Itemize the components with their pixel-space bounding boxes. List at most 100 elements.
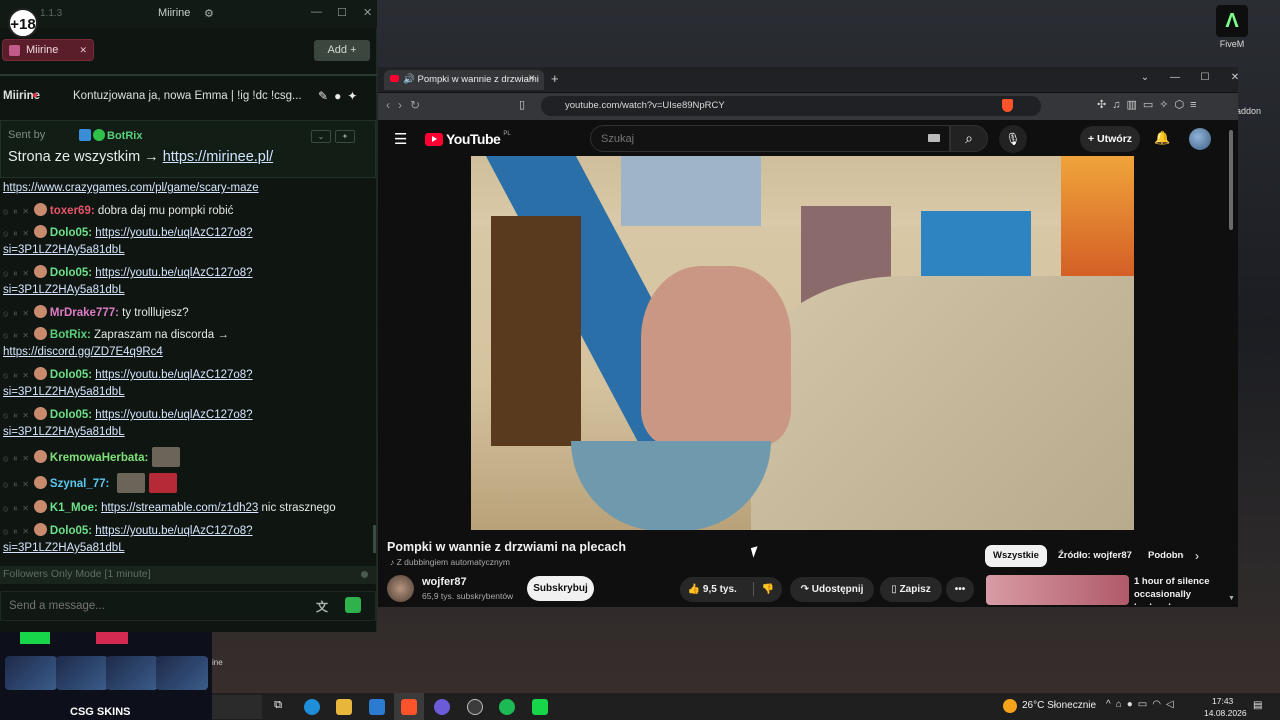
scroll-down-icon[interactable]: ▼ <box>1228 595 1235 602</box>
moderation-icons[interactable]: ⦸⏸✕ <box>3 229 34 238</box>
recommended-video-thumbnail[interactable] <box>986 575 1129 605</box>
chat-message-link[interactable]: https://www.crazygames.com/pl/game/scary… <box>3 182 259 194</box>
channel-avatar[interactable] <box>387 575 414 602</box>
thumbs-down-icon[interactable]: 👎 <box>762 584 774 595</box>
pin-icon[interactable]: ✦ <box>347 89 363 103</box>
pinned-link[interactable]: https://mirinee.pl/ <box>163 149 273 165</box>
weather-text[interactable]: 26°C Słonecznie <box>1022 700 1096 711</box>
bookmark-icon[interactable]: ▯ <box>519 98 525 111</box>
close-icon[interactable]: ✕ <box>363 6 372 19</box>
moderation-icons[interactable]: ⦸⏸✕ <box>3 331 34 340</box>
youtube-search-input[interactable] <box>590 125 950 152</box>
share-button[interactable]: ↷ Udostępnij <box>790 577 874 602</box>
user-icon[interactable]: ● <box>334 89 347 103</box>
menu-icon[interactable]: ≡ <box>1190 99 1202 111</box>
recommended-video-title[interactable]: 1 hour of silence occasionally broken by… <box>1134 575 1224 605</box>
chat-username[interactable]: Dolo05: <box>50 525 92 537</box>
chat-scrollbar[interactable] <box>373 525 376 553</box>
moderation-icons[interactable]: ⦸⏸✕ <box>3 480 34 489</box>
moderation-icons[interactable]: ⦸⏸✕ <box>3 527 34 536</box>
mail-icon[interactable] <box>369 699 385 715</box>
save-button[interactable]: ▯ Zapisz <box>880 577 942 602</box>
more-actions-button[interactable]: ••• <box>946 577 974 602</box>
volume-icon[interactable]: ◁ <box>1166 699 1179 710</box>
discord-icon[interactable] <box>434 699 450 715</box>
edge-icon[interactable] <box>304 699 320 715</box>
maximize-icon[interactable]: ☐ <box>337 6 347 19</box>
moderation-icons[interactable]: ⦸⏸✕ <box>3 454 34 463</box>
youtube-logo[interactable]: YouTube PL <box>425 131 511 147</box>
chat-username[interactable]: K1_Moe: <box>50 502 98 514</box>
sidebar-icon[interactable]: ▥ <box>1126 99 1142 111</box>
obs-icon[interactable] <box>467 699 483 715</box>
vpn-icon[interactable]: ⬡ <box>1175 99 1191 111</box>
reload-icon[interactable]: ↻ <box>410 98 428 112</box>
back-icon[interactable]: ‹ <box>386 98 398 112</box>
clock-date[interactable]: 14.08.2026 <box>1204 708 1247 718</box>
file-explorer-icon[interactable] <box>336 699 352 715</box>
taskbar-search-box[interactable] <box>212 695 262 719</box>
moderation-icons[interactable]: ⦸⏸✕ <box>3 411 34 420</box>
wallet-icon[interactable]: ▭ <box>1143 99 1159 111</box>
chat-message-link[interactable]: https://streamable.com/z1dh23 <box>101 502 258 514</box>
leo-icon[interactable]: ✧ <box>1159 99 1174 111</box>
network-icon[interactable]: ⌂ <box>1116 699 1127 710</box>
chevron-up-icon[interactable]: ^ <box>1106 699 1116 710</box>
close-tab-icon[interactable]: ✕ <box>79 45 87 56</box>
chat-username[interactable]: toxer69: <box>50 205 95 217</box>
fivem-desktop-shortcut[interactable]: Λ FiveM <box>1210 5 1254 53</box>
music-icon[interactable]: ♫ <box>1112 99 1126 111</box>
brave-browser-icon[interactable] <box>401 699 417 715</box>
emote-picker-icon[interactable] <box>345 597 361 613</box>
notification-center-icon[interactable]: ▤ <box>1253 700 1262 711</box>
chat-username[interactable]: Dolo05: <box>50 267 92 279</box>
moderation-icons[interactable]: ⦸⏸✕ <box>3 269 34 278</box>
keyboard-icon[interactable] <box>928 134 940 142</box>
battery-icon[interactable]: ▭ <box>1138 699 1152 710</box>
moderation-icons[interactable]: ⦸⏸✕ <box>3 504 34 513</box>
moderation-icons[interactable]: ⦸⏸✕ <box>3 207 34 216</box>
pencil-icon[interactable]: ✎ <box>318 89 334 103</box>
close-tab-icon[interactable]: ✕ <box>528 73 536 84</box>
chat-message-link[interactable]: https://discord.gg/ZD7E4q9Rc4 <box>3 346 163 358</box>
moderation-icons[interactable]: ⦸⏸✕ <box>3 309 34 318</box>
chat-username[interactable]: BotRix: <box>50 329 91 341</box>
extensions-icon[interactable]: ✣ <box>1097 99 1112 111</box>
browser-tab-youtube[interactable]: 🔊 Pompki w wannie z drzwiami <box>384 70 544 90</box>
spotify-icon[interactable] <box>499 699 515 715</box>
add-channel-button[interactable]: Add + <box>314 40 370 61</box>
new-tab-icon[interactable]: + <box>551 71 559 86</box>
minimize-icon[interactable]: — <box>1160 72 1190 83</box>
chevron-right-icon[interactable]: › <box>1195 549 1199 563</box>
channel-name-link[interactable]: wojfer87 <box>422 576 467 588</box>
chat-username[interactable]: Dolo05: <box>50 369 92 381</box>
collapse-pinned-icon[interactable]: ⌄ <box>311 130 331 143</box>
search-button[interactable]: ⌕ <box>950 125 988 152</box>
chip-similar[interactable]: Podobne <box>1140 545 1184 567</box>
create-button[interactable]: + Utwórz <box>1080 126 1140 152</box>
address-bar[interactable]: youtube.com/watch?v=UIse89NpRCY <box>541 96 1041 116</box>
chat-username[interactable]: Dolo05: <box>50 409 92 421</box>
forward-icon[interactable]: › <box>398 98 410 112</box>
chat-username[interactable]: MrDrake777: <box>50 307 119 319</box>
mic-tray-icon[interactable]: ● <box>1127 699 1138 710</box>
notifications-bell-icon[interactable]: 🔔 <box>1154 130 1170 146</box>
tab-search-icon[interactable]: ⌄ <box>1130 72 1160 83</box>
subscribe-button[interactable]: Subskrybuj <box>527 576 594 601</box>
chat-username[interactable]: KremowaHerbata: <box>50 452 148 464</box>
chip-all[interactable]: Wszystkie <box>985 545 1047 567</box>
channel-tab-miirine[interactable]: Miirine ✕ <box>2 39 94 61</box>
maximize-icon[interactable]: ☐ <box>1190 72 1220 83</box>
video-player[interactable] <box>471 156 1134 530</box>
kick-icon[interactable] <box>532 699 548 715</box>
voice-search-button[interactable]: 🎙 <box>999 125 1027 153</box>
hamburger-menu-icon[interactable]: ☰ <box>394 130 407 148</box>
account-avatar[interactable] <box>1189 128 1211 150</box>
page-scrollbar[interactable] <box>1229 130 1233 230</box>
settings-gear-icon[interactable]: ⚙ <box>204 7 214 20</box>
brave-shield-icon[interactable] <box>1002 99 1013 112</box>
weather-sun-icon[interactable] <box>1003 699 1017 713</box>
chip-source[interactable]: Źródło: wojfer87 <box>1050 545 1140 567</box>
clock-time[interactable]: 17:43 <box>1212 696 1233 706</box>
like-button[interactable]: 👍 9,5 tys. 👎 <box>680 577 782 602</box>
